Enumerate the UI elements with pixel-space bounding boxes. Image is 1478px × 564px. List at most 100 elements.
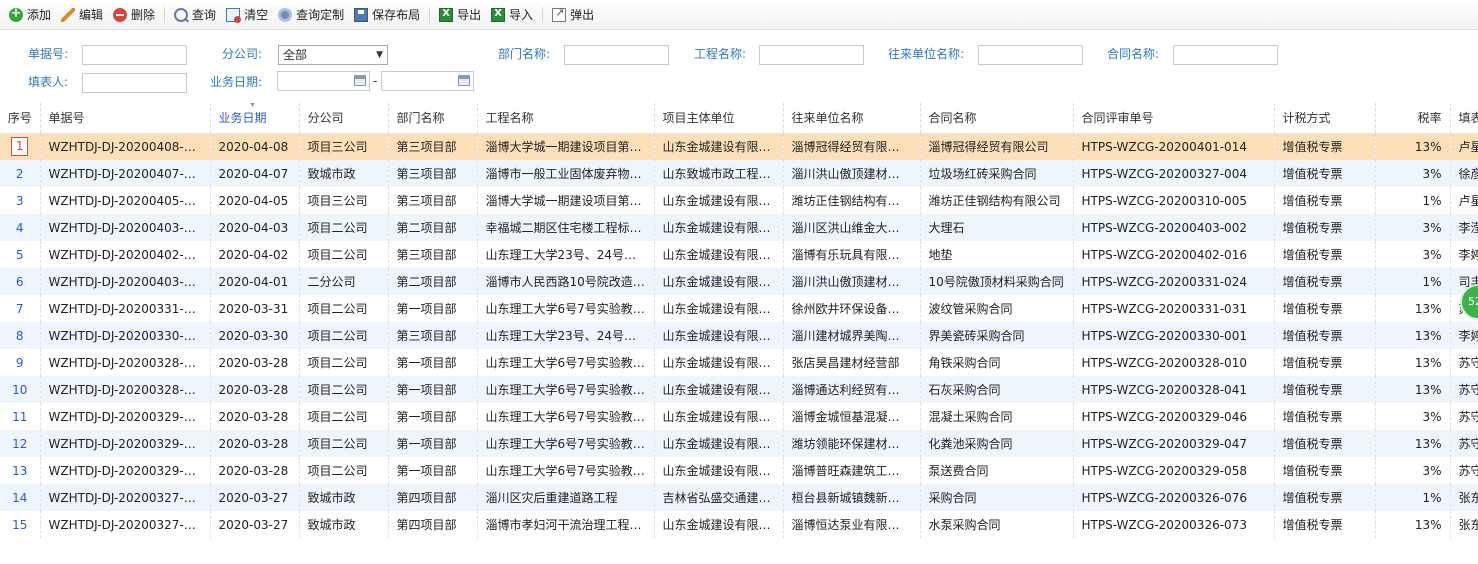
cell-idx: 15 <box>0 511 41 538</box>
cell-partner: 淄博通达利经贸有… <box>783 376 921 403</box>
date-label: 业务日期: <box>210 75 263 89</box>
col-header-tax-method[interactable]: 计税方式 <box>1274 103 1376 134</box>
edit-button[interactable]: 编辑 <box>56 4 108 26</box>
cell-partner: 潍坊正佳钢结构有… <box>783 187 921 214</box>
query-button[interactable]: 查询 <box>169 4 221 26</box>
cell-date: 2020-03-28 <box>210 403 300 430</box>
table-body: 1 WZHTDJ-DJ-20200408-001 2020-04-08 项目三公司 第三… <box>0 133 1478 538</box>
col-header-partner[interactable]: 往来单位名称 <box>783 103 921 134</box>
cell-branch: 致城市政 <box>299 511 389 538</box>
cell-review-no: HTPS-WZCG-20200328-041 <box>1073 376 1275 403</box>
table-row[interactable]: 12 WZHTDJ-DJ-20200329-002 2020-03-28 项目二公司第… <box>0 430 1478 457</box>
cell-idx: 11 <box>0 403 41 430</box>
col-header-dept[interactable]: 部门名称 <box>388 103 478 134</box>
dept-label: 部门名称: <box>498 47 551 61</box>
cell-partner: 张店昊昌建材经营部 <box>783 349 921 376</box>
cell-project: 山东理工大学6号7号实验教… <box>477 349 655 376</box>
table-row[interactable]: 7 WZHTDJ-DJ-20200331-002 2020-03-31 项目二公司 第一… <box>0 295 1478 322</box>
table-row[interactable]: 1 WZHTDJ-DJ-20200408-001 2020-04-08 项目三公司 第三… <box>0 133 1478 160</box>
partner-input[interactable] <box>978 45 1083 65</box>
filter-panel: 单据号: 分公司: 全部 ▼ 部门名称: 工程名称: 往来单位名称: 合同名称: … <box>0 30 1478 102</box>
cell-date: 2020-04-01 <box>210 268 300 295</box>
table-row[interactable]: 5 WZHTDJ-DJ-20200402-002 2020-04-02 项目二公司 第三… <box>0 241 1478 268</box>
save-icon <box>354 7 369 22</box>
cell-contract: 石灰采购合同 <box>920 376 1074 403</box>
cell-tax-method: 增值税专票 <box>1274 214 1376 241</box>
cell-dept: 第一项目部 <box>388 457 478 484</box>
calendar-icon[interactable] <box>458 75 470 86</box>
table-row[interactable]: 15 WZHTDJ-DJ-20200327-002 2020-03-27 致城市政 第四… <box>0 511 1478 538</box>
col-header-review-no[interactable]: 合同评审单号 <box>1073 103 1275 134</box>
table-row[interactable]: 11 WZHTDJ-DJ-20200329-001 2020-03-28 项目二公司第… <box>0 403 1478 430</box>
custom-query-button[interactable]: 查询定制 <box>273 4 349 26</box>
col-header-filler[interactable]: 填表人 <box>1450 103 1478 134</box>
clear-button[interactable]: 清空 <box>221 4 273 26</box>
cell-doc-no: WZHTDJ-DJ-20200407-001 <box>40 160 211 187</box>
cell-owner: 山东金城建设有限… <box>654 187 784 214</box>
col-header-doc-no[interactable]: 单据号 <box>40 103 211 134</box>
cell-review-no: HTPS-WZCG-20200328-010 <box>1073 349 1275 376</box>
table-row[interactable]: 10 WZHTDJ-DJ-20200328-002 2020-03-28 项目二公司第… <box>0 376 1478 403</box>
project-input[interactable] <box>759 45 864 65</box>
col-header-contract[interactable]: 合同名称 <box>920 103 1074 134</box>
branch-label: 分公司: <box>222 47 263 61</box>
cell-tax-method: 增值税专票 <box>1274 403 1376 430</box>
clear-icon <box>226 7 242 23</box>
cell-branch: 致城市政 <box>299 160 389 187</box>
cell-tax-rate: 3% <box>1375 241 1451 268</box>
cell-dept: 第四项目部 <box>388 484 478 511</box>
cell-branch: 致城市政 <box>299 484 389 511</box>
doc-no-input[interactable] <box>82 45 187 65</box>
date-to-input[interactable] <box>381 71 474 91</box>
table-row[interactable]: 2 WZHTDJ-DJ-20200407-001 2020-04-07 致城市政 第三项… <box>0 160 1478 187</box>
cell-contract: 10号院傲顶材料采购合同 <box>920 268 1074 295</box>
cell-owner: 山东金城建设有限… <box>654 376 784 403</box>
date-from-input[interactable] <box>277 71 370 91</box>
cell-owner: 山东金城建设有限… <box>654 322 784 349</box>
cell-contract: 地垫 <box>920 241 1074 268</box>
col-header-branch[interactable]: 分公司 <box>299 103 389 134</box>
cell-idx: 9 <box>0 349 41 376</box>
toolbar: 添加 编辑 删除 查询 清空 查询定制 保存布局 导出 导入 弹出 <box>0 0 1478 30</box>
col-header-project[interactable]: 工程名称 <box>477 103 655 134</box>
cell-review-no: HTPS-WZCG-20200403-002 <box>1073 214 1275 241</box>
row-index-selected: 1 <box>11 137 29 157</box>
cell-contract: 泵送费合同 <box>920 457 1074 484</box>
cell-partner: 淄博冠得经贸有限… <box>783 133 921 160</box>
cell-idx: 14 <box>0 484 41 511</box>
branch-select[interactable]: 全部 ▼ <box>278 45 388 65</box>
export-button[interactable]: 导出 <box>434 4 486 26</box>
col-header-date[interactable]: 业务日期 <box>210 103 300 134</box>
table-row[interactable]: 13 WZHTDJ-DJ-20200329-003 2020-03-28 项目二公司第… <box>0 457 1478 484</box>
dept-input[interactable] <box>564 45 669 65</box>
table-row[interactable]: 8 WZHTDJ-DJ-20200330-001 2020-03-30 项目二公司 第三… <box>0 322 1478 349</box>
popup-button[interactable]: 弹出 <box>547 4 599 26</box>
cell-filler: 张东 <box>1450 484 1478 511</box>
save-layout-button[interactable]: 保存布局 <box>349 4 425 26</box>
col-header-tax-rate[interactable]: 税率 <box>1375 103 1451 134</box>
cell-tax-method: 增值税专票 <box>1274 430 1376 457</box>
add-button[interactable]: 添加 <box>4 4 56 26</box>
cell-branch: 项目二公司 <box>299 295 389 322</box>
table-row[interactable]: 4 WZHTDJ-DJ-20200403-002 2020-04-03 项目二公司 第二… <box>0 214 1478 241</box>
table-row[interactable]: 9 WZHTDJ-DJ-20200328-001 2020-03-28 项目二公司 第一… <box>0 349 1478 376</box>
cell-owner: 山东金城建设有限… <box>654 430 784 457</box>
search-icon <box>174 7 189 22</box>
cell-filler: 李滢 <box>1450 214 1478 241</box>
contract-input[interactable] <box>1173 45 1278 65</box>
cell-owner: 山东金城建设有限… <box>654 403 784 430</box>
cell-partner: 淄川区洪山维金大… <box>783 214 921 241</box>
cell-tax-method: 增值税专票 <box>1274 376 1376 403</box>
delete-button[interactable]: 删除 <box>108 4 160 26</box>
table-row[interactable]: 6 WZHTDJ-DJ-20200403-001 2020-04-01 二分公司 第二项… <box>0 268 1478 295</box>
table-row[interactable]: 14 WZHTDJ-DJ-20200327-001 2020-03-27 致城市政 第四… <box>0 484 1478 511</box>
cell-idx: 1 <box>0 133 41 160</box>
filler-input[interactable] <box>82 73 187 93</box>
cell-filler: 李婷 <box>1450 241 1478 268</box>
calendar-icon[interactable] <box>354 75 366 86</box>
col-header-owner[interactable]: 项目主体单位 <box>654 103 784 134</box>
table-row[interactable]: 3 WZHTDJ-DJ-20200405-001 2020-04-05 项目三公司 第三… <box>0 187 1478 214</box>
col-header-idx[interactable]: 序号 <box>0 103 41 134</box>
cell-tax-method: 增值税专票 <box>1274 268 1376 295</box>
import-button[interactable]: 导入 <box>486 4 538 26</box>
